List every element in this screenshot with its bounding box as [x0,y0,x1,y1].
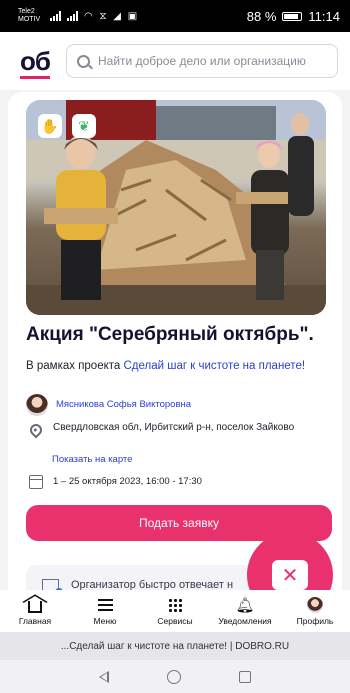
responds-fast-badge: Организатор быстро отвечает н [26,565,276,590]
tab-label: Сервисы [157,615,193,626]
event-content[interactable]: ✋ ❦ Акция "Серебряный октябрь". В рамках… [0,90,350,590]
event-dates: 1 – 25 октября 2023, 16:00 - 17:30 [53,476,202,487]
grid-icon [168,597,182,612]
menu-icon [97,598,113,611]
wifi-icon: ◠ ⧖ ◢ ▣ [84,10,140,22]
bottom-tab-bar: Главная Меню Сервисы 🔔︎ Уведомления Проф… [0,590,350,632]
event-photo-illustration [26,100,326,315]
carrier-label: Tele2 MOTIV [18,8,41,23]
logo[interactable]: об [20,45,56,79]
event-title: Акция "Серебряный октябрь". [26,324,314,345]
hand-leaf-icon: ✋ [38,114,62,138]
tab-label: Главная [18,615,52,626]
battery-percent: 88 % [246,8,277,24]
search-input[interactable] [98,54,327,68]
tab-label: Меню [93,615,117,626]
avatar [26,394,48,416]
organizer-name[interactable]: Мясникова Софья Викторовна [56,399,191,410]
tab-profile[interactable]: Профиль [280,596,350,626]
app-header: об [0,32,350,90]
event-subtitle: В рамках проекта Сделай шаг к чистоте на… [26,360,306,372]
system-nav-bar [0,660,350,693]
address-row: Свердловская обл, Ирбитский р-н, поселок… [26,421,295,439]
home-icon [28,601,42,613]
sprout-icon: ❦ [72,114,96,138]
project-link[interactable]: Сделай шаг к чистоте на планете! [124,360,306,372]
event-address: Свердловская обл, Ирбитский р-н, поселок… [53,422,295,433]
mail-check-icon [42,579,63,590]
signal-icon [50,11,61,21]
tab-menu[interactable]: Меню [70,597,140,626]
location-pin-icon [27,421,45,439]
search-box[interactable] [66,44,338,78]
chat-icon: ✕ [272,560,308,590]
back-icon[interactable] [99,670,109,683]
tab-home[interactable]: Главная [0,597,70,626]
battery-icon [282,11,303,21]
event-photo: ✋ ❦ [26,100,326,315]
tab-notifications[interactable]: 🔔︎ Уведомления [210,597,280,626]
avatar [307,596,323,613]
event-card: ✋ ❦ Акция "Серебряный октябрь". В рамках… [8,92,342,590]
tab-label: Уведомления [218,615,272,626]
responds-fast-text: Организатор быстро отвечает н [71,579,234,590]
show-on-map-link[interactable]: Показать на карте [52,454,132,465]
dates-row: 1 – 25 октября 2023, 16:00 - 17:30 [26,475,202,489]
tab-services[interactable]: Сервисы [140,597,210,626]
search-icon [77,54,90,68]
calendar-icon [29,475,43,489]
signal-icon-2 [67,11,78,21]
signal-icons [50,11,78,21]
clock: 11:14 [308,8,340,24]
url-text: ...Сделай шаг к чистоте на планете! | DO… [60,640,290,652]
bell-icon: 🔔︎ [235,596,255,614]
browser-url-bar[interactable]: ...Сделай шаг к чистоте на планете! | DO… [0,632,350,660]
status-bar: Tele2 MOTIV ◠ ⧖ ◢ ▣ 88 % 11:14 [0,0,350,32]
home-circle-icon[interactable] [167,669,181,684]
tab-label: Профиль [296,615,334,626]
recent-apps-icon[interactable] [239,670,251,683]
organizer-row[interactable]: Мясникова Софья Викторовна [26,394,191,416]
